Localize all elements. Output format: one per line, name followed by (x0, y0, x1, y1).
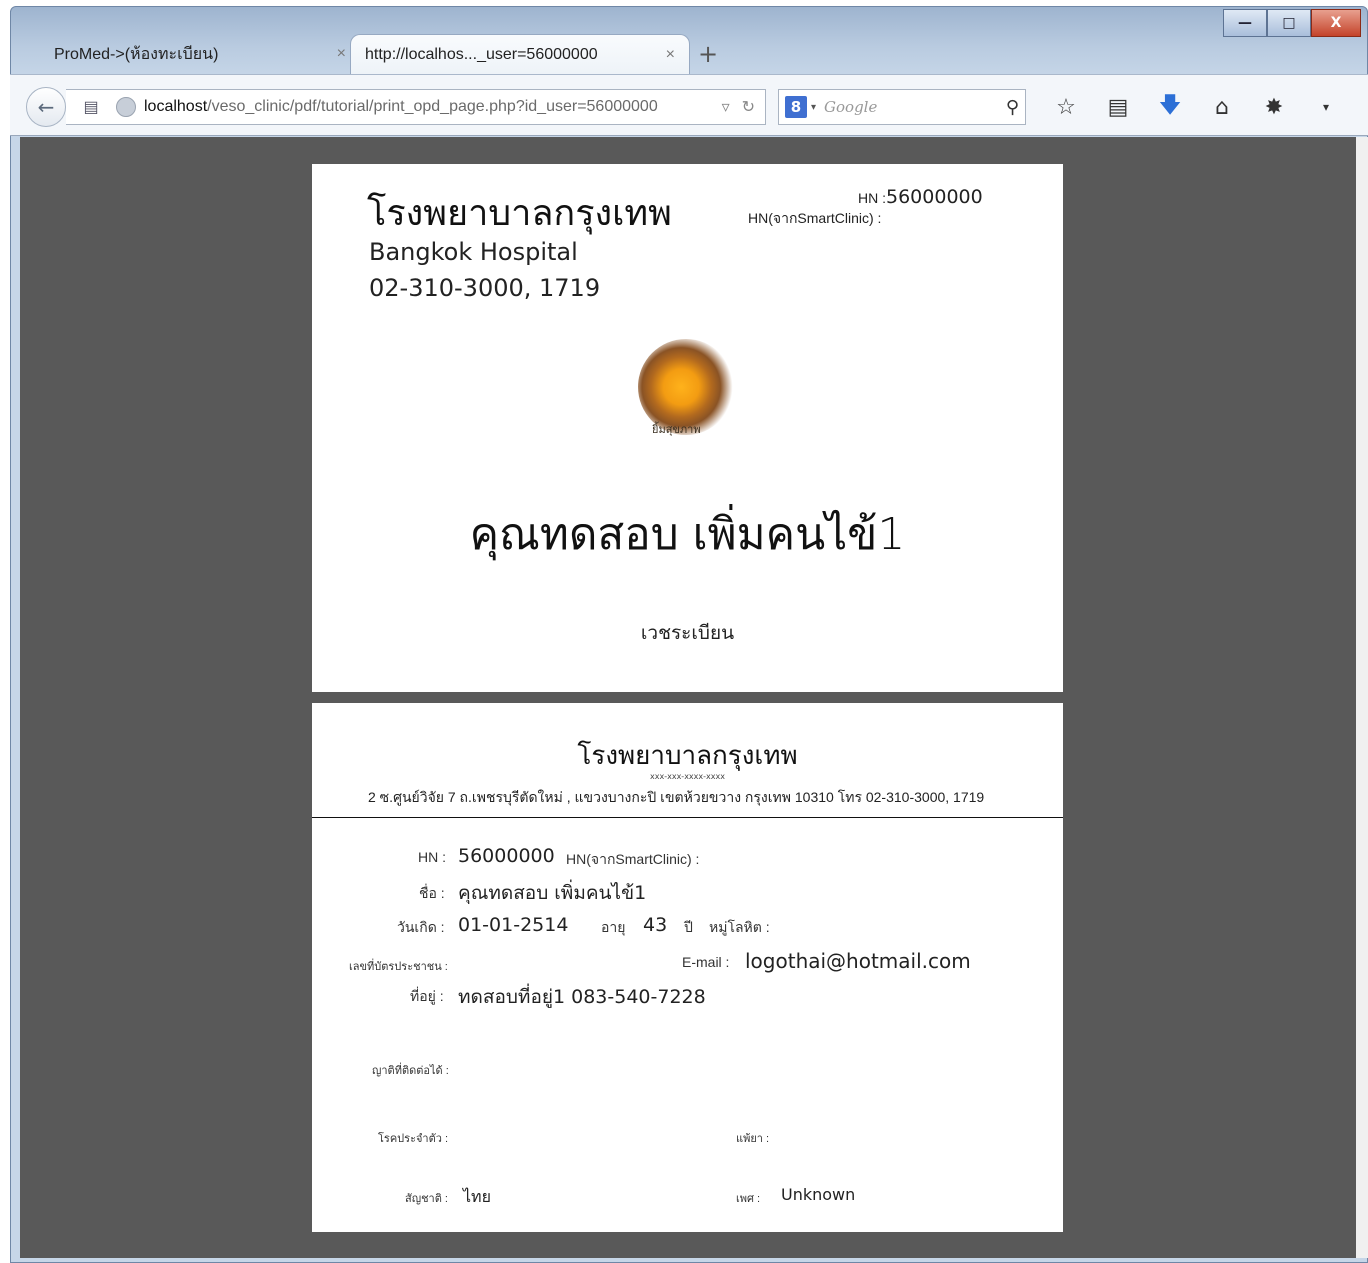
back-arrow-icon: ← (37, 95, 55, 119)
citizen-id-label: เลขที่บัตรประชาชน : (349, 961, 448, 973)
address-label: ที่อยู่ : (410, 988, 444, 1004)
name-label: ชื่อ : (419, 885, 445, 901)
emergency-contact-label: ญาติที่ติดต่อได้ : (372, 1065, 449, 1077)
header-divider (312, 817, 1063, 818)
blood-type-label: หมู่โลหิต : (709, 919, 770, 935)
patient-name-large: คุณทดสอบ เพิ่มคนไข้1 (469, 509, 906, 560)
google-engine-icon[interactable]: 8 (785, 96, 807, 118)
hn-label: HN : (858, 190, 886, 206)
hn-smartclinic-label: HN(จากSmartClinic) : (748, 210, 882, 226)
address-value: ทดสอบที่อยู่1 083-540-7228 (458, 986, 706, 1008)
drug-allergy-label: แพ้ยา : (736, 1133, 770, 1145)
url-host: localhost (144, 98, 208, 115)
bookmarks-menu-icon[interactable]: ▤ (1092, 89, 1144, 125)
dob-value: 01-01-2514 (458, 914, 569, 936)
dob-label: วันเกิด : (397, 919, 445, 935)
home-icon[interactable]: ⌂ (1196, 89, 1248, 125)
tab-close-icon[interactable]: × (666, 46, 675, 64)
url-path: /veso_clinic/pdf/tutorial/print_opd_page… (207, 98, 658, 115)
back-button[interactable]: ← (26, 87, 66, 127)
tab-label: http://localhos..._user=56000000 (365, 45, 598, 63)
record-id-placeholder: xxx-xxx-xxxx-xxxx (650, 772, 725, 781)
age-unit: ปี (684, 919, 693, 935)
department-label: เวชระเบียน (640, 622, 735, 644)
bookmark-star-icon[interactable]: ☆ (1040, 89, 1092, 125)
hn-value: 56000000 (458, 845, 555, 867)
age-value: 43 (643, 914, 668, 936)
downloads-icon[interactable]: 🡇 (1144, 89, 1196, 125)
toolbar-icons: ☆ ▤ 🡇 ⌂ ✸ ▾ ☰ (1040, 89, 1368, 125)
tab-print-opd[interactable]: http://localhos..._user=56000000 × (350, 34, 690, 74)
engine-dropdown-icon[interactable]: ▾ (811, 102, 816, 113)
tab-bar: ProMed->(ห้องทะเบียน) × http://localhos.… (20, 30, 1340, 74)
nationality-value: ไทย (463, 1187, 491, 1206)
tab-promed[interactable]: ProMed->(ห้องทะเบียน) × (40, 34, 360, 74)
hospital-phone: 02-310-3000, 1719 (369, 274, 601, 302)
opd-card-page: โรงพยาบาลกรุงเทพ Bangkok Hospital 02-310… (312, 164, 1063, 692)
hn-smartclinic-label: HN(จากSmartClinic) : (566, 851, 700, 867)
tab-label: ProMed->(ห้องทะเบียน) (54, 45, 219, 63)
hn-value: 56000000 (886, 186, 983, 208)
email-label: E-mail : (682, 954, 730, 970)
chronic-disease-label: โรคประจำตัว : (378, 1133, 449, 1145)
vertical-scrollbar[interactable] (1356, 137, 1368, 1258)
hospital-name-thai: โรงพยาบาลกรุงเทพ (367, 193, 672, 234)
hn-line: HN :56000000 (858, 186, 983, 208)
url-actions: ▿ ↻ (722, 97, 755, 117)
addon-dropdown-icon[interactable]: ▾ (1300, 89, 1352, 125)
menu-icon[interactable]: ☰ (1352, 89, 1368, 125)
name-value: คุณทดสอบ เพิ่มคนไข้1 (458, 882, 647, 904)
age-label: อายุ (601, 919, 626, 935)
hospital-name-english: Bangkok Hospital (369, 238, 578, 266)
logo-caption: ยิ้มสุขภาพ (652, 423, 701, 436)
new-tab-button[interactable]: + (698, 40, 718, 68)
dropdown-arrow-icon[interactable]: ▿ (722, 97, 730, 117)
tab-close-icon[interactable]: × (337, 45, 346, 63)
search-icon[interactable]: ⚲ (1006, 97, 1019, 118)
record-hospital-name: โรงพยาบาลกรุงเทพ (577, 741, 798, 771)
sex-label: เพศ : (736, 1193, 761, 1205)
search-input[interactable]: Google (824, 98, 877, 116)
patient-record-page: โรงพยาบาลกรุงเทพ xxx-xxx-xxxx-xxxx 2 ซ.ศ… (312, 703, 1063, 1232)
nationality-label: สัญชาติ : (405, 1193, 448, 1205)
site-identity-icon[interactable] (116, 97, 136, 117)
email-value: logothai@hotmail.com (745, 949, 971, 973)
hospital-address: 2 ซ.ศูนย์วิจัย 7 ถ.เพชรบุรีตัดใหม่ , แขว… (368, 789, 985, 805)
hn-label: HN : (418, 849, 446, 865)
url-bar[interactable]: ▤ localhost /veso_clinic/pdf/tutorial/pr… (66, 89, 766, 125)
reload-icon[interactable]: ↻ (742, 97, 755, 117)
search-bar[interactable]: 8 ▾ Google ⚲ (778, 89, 1026, 125)
navigation-bar: ← ▤ localhost /veso_clinic/pdf/tutorial/… (10, 74, 1368, 136)
history-icon[interactable]: ▤ (66, 97, 116, 117)
sex-value: Unknown (781, 1185, 856, 1204)
pdf-viewport: โรงพยาบาลกรุงเทพ Bangkok Hospital 02-310… (20, 137, 1356, 1258)
addon-icon[interactable]: ✸ (1248, 89, 1300, 125)
